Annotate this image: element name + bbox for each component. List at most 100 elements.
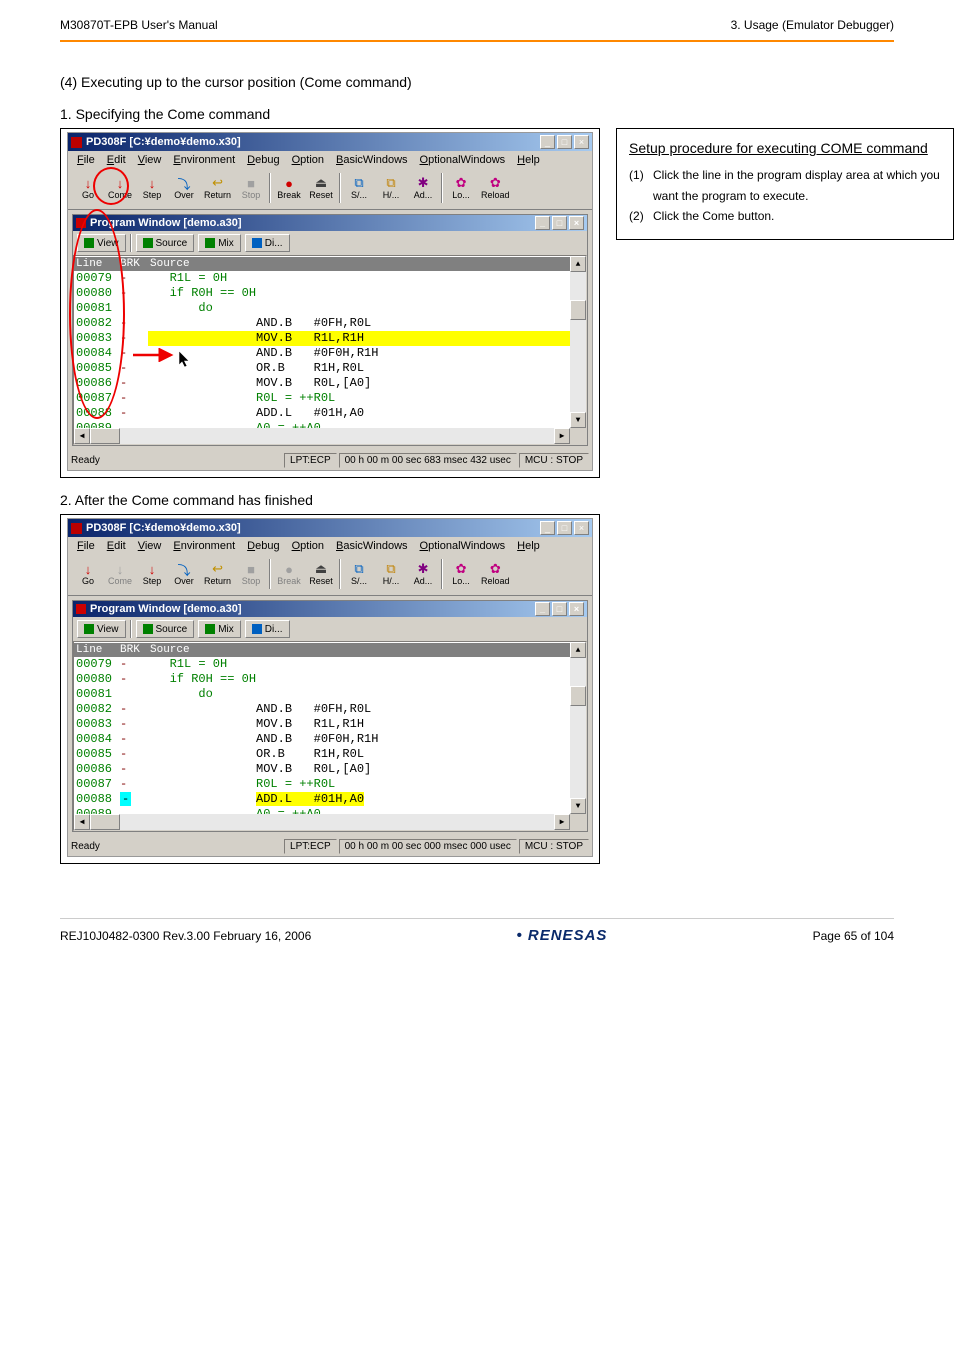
menu-help[interactable]: Help: [512, 153, 545, 167]
scroll-left[interactable]: ◀: [74, 428, 90, 444]
toolbar-step[interactable]: ↓Step: [136, 557, 168, 591]
code-row[interactable]: 00081 do: [74, 687, 570, 702]
scroll-up[interactable]: ▲: [570, 642, 586, 658]
code-row[interactable]: 00080- if R0H == 0H: [74, 286, 570, 301]
toolbar-over[interactable]: ⤵Over: [168, 557, 200, 591]
app-icon: [71, 523, 82, 534]
code-row[interactable]: 00087- R0L = ++R0L: [74, 777, 570, 792]
toolbar-return[interactable]: ↩Return: [200, 171, 235, 205]
menu-view[interactable]: View: [133, 539, 167, 553]
scroll-down[interactable]: ▼: [570, 412, 586, 428]
menu-environment[interactable]: Environment: [168, 153, 240, 167]
code-row[interactable]: 00079- R1L = 0H: [74, 271, 570, 286]
menu-basicwindows[interactable]: BasicWindows: [331, 153, 413, 167]
toolbar-h[interactable]: ⧉H/...: [375, 557, 407, 591]
menu-optionalwindows[interactable]: OptionalWindows: [415, 153, 511, 167]
minimize-button[interactable]: _: [540, 521, 555, 535]
toolbar-s[interactable]: ⧉S/...: [343, 171, 375, 205]
renesas-logo: • RENESAS: [516, 927, 607, 944]
inner-close[interactable]: ×: [569, 602, 584, 616]
tab-mix[interactable]: Mix: [198, 234, 241, 252]
scroll-right[interactable]: ▶: [554, 428, 570, 444]
toolbar-over[interactable]: ⤵Over: [168, 171, 200, 205]
close-button[interactable]: ×: [574, 521, 589, 535]
toolbar-step[interactable]: ↓Step: [136, 171, 168, 205]
code-row[interactable]: 00080- if R0H == 0H: [74, 672, 570, 687]
tab-icon: [143, 238, 153, 248]
toolbar-reset[interactable]: ⏏Reset: [305, 171, 337, 205]
menu-option[interactable]: Option: [287, 153, 329, 167]
menu-help[interactable]: Help: [512, 539, 545, 553]
menu-basicwindows[interactable]: BasicWindows: [331, 539, 413, 553]
setup-heading: Setup procedure for executing COME comma…: [629, 137, 941, 159]
toolbar-reset[interactable]: ⏏Reset: [305, 557, 337, 591]
toolbar-come[interactable]: ↓Come: [104, 171, 136, 205]
tab-view[interactable]: View: [77, 234, 126, 252]
maximize-button[interactable]: □: [557, 521, 572, 535]
code-row[interactable]: 00089 A0 = ++A0: [74, 421, 570, 428]
menu-option[interactable]: Option: [287, 539, 329, 553]
scroll-down[interactable]: ▼: [570, 798, 586, 814]
minimize-button[interactable]: _: [540, 135, 555, 149]
menu-edit[interactable]: Edit: [102, 539, 131, 553]
menu-file[interactable]: File: [72, 539, 100, 553]
toolbar-go[interactable]: ↓Go: [72, 557, 104, 591]
inner-maximize[interactable]: □: [552, 216, 567, 230]
toolbar-lo[interactable]: ✿Lo...: [445, 171, 477, 205]
scroll-left[interactable]: ◀: [74, 814, 90, 830]
code-row[interactable]: 00084- AND.B #0F0H,R1H: [74, 732, 570, 747]
status-mcu: MCU : STOP: [519, 453, 589, 468]
tab-di[interactable]: Di...: [245, 234, 290, 252]
menu-debug[interactable]: Debug: [242, 539, 284, 553]
inner-minimize[interactable]: _: [535, 216, 550, 230]
toolbar-reload[interactable]: ✿Reload: [477, 557, 514, 591]
code-row[interactable]: 00082- AND.B #0FH,R0L: [74, 316, 570, 331]
menu-file[interactable]: File: [72, 153, 100, 167]
code-row[interactable]: 00085- OR.B R1H,R0L: [74, 747, 570, 762]
code-row[interactable]: 00083- MOV.B R1L,R1H: [74, 331, 570, 346]
code-row[interactable]: 00086- MOV.B R0L,[A0]: [74, 376, 570, 391]
code-row[interactable]: 00087- R0L = ++R0L: [74, 391, 570, 406]
code-row[interactable]: 00083- MOV.B R1L,R1H: [74, 717, 570, 732]
toolbar-reload[interactable]: ✿Reload: [477, 171, 514, 205]
tab-source[interactable]: Source: [136, 620, 195, 638]
code-row[interactable]: 00085- OR.B R1H,R0L: [74, 361, 570, 376]
inner-maximize[interactable]: □: [552, 602, 567, 616]
inner-minimize[interactable]: _: [535, 602, 550, 616]
tab-icon: [205, 238, 215, 248]
menu-view[interactable]: View: [133, 153, 167, 167]
code-row[interactable]: 00086- MOV.B R0L,[A0]: [74, 762, 570, 777]
over-icon: ⤵: [176, 176, 192, 190]
scroll-up[interactable]: ▲: [570, 256, 586, 272]
tab-source[interactable]: Source: [136, 234, 195, 252]
toolbar-lo[interactable]: ✿Lo...: [445, 557, 477, 591]
col-line: Line: [74, 257, 120, 271]
toolbar-break[interactable]: ●Break: [273, 171, 305, 205]
code-row[interactable]: 00088- ADD.L #01H,A0: [74, 792, 570, 807]
toolbar-ad[interactable]: ✱Ad...: [407, 557, 439, 591]
code-row[interactable]: 00079- R1L = 0H: [74, 657, 570, 672]
toolbar-h[interactable]: ⧉H/...: [375, 171, 407, 205]
break-icon: ●: [281, 176, 297, 190]
tab-di[interactable]: Di...: [245, 620, 290, 638]
toolbar-s[interactable]: ⧉S/...: [343, 557, 375, 591]
tab-view[interactable]: View: [77, 620, 126, 638]
code-row[interactable]: 00089 A0 = ++A0: [74, 807, 570, 814]
menu-edit[interactable]: Edit: [102, 153, 131, 167]
h-icon: ⧉: [383, 562, 399, 576]
menu-debug[interactable]: Debug: [242, 153, 284, 167]
code-row[interactable]: 00088- ADD.L #01H,A0: [74, 406, 570, 421]
maximize-button[interactable]: □: [557, 135, 572, 149]
menu-optionalwindows[interactable]: OptionalWindows: [415, 539, 511, 553]
menu-environment[interactable]: Environment: [168, 539, 240, 553]
close-button[interactable]: ×: [574, 135, 589, 149]
toolbar-go[interactable]: ↓Go: [72, 171, 104, 205]
inner-close[interactable]: ×: [569, 216, 584, 230]
code-row[interactable]: 00081 do: [74, 301, 570, 316]
tab-mix[interactable]: Mix: [198, 620, 241, 638]
toolbar-ad[interactable]: ✱Ad...: [407, 171, 439, 205]
scroll-right[interactable]: ▶: [554, 814, 570, 830]
code-row[interactable]: 00084- AND.B #0F0H,R1H: [74, 346, 570, 361]
toolbar-return[interactable]: ↩Return: [200, 557, 235, 591]
code-row[interactable]: 00082- AND.B #0FH,R0L: [74, 702, 570, 717]
